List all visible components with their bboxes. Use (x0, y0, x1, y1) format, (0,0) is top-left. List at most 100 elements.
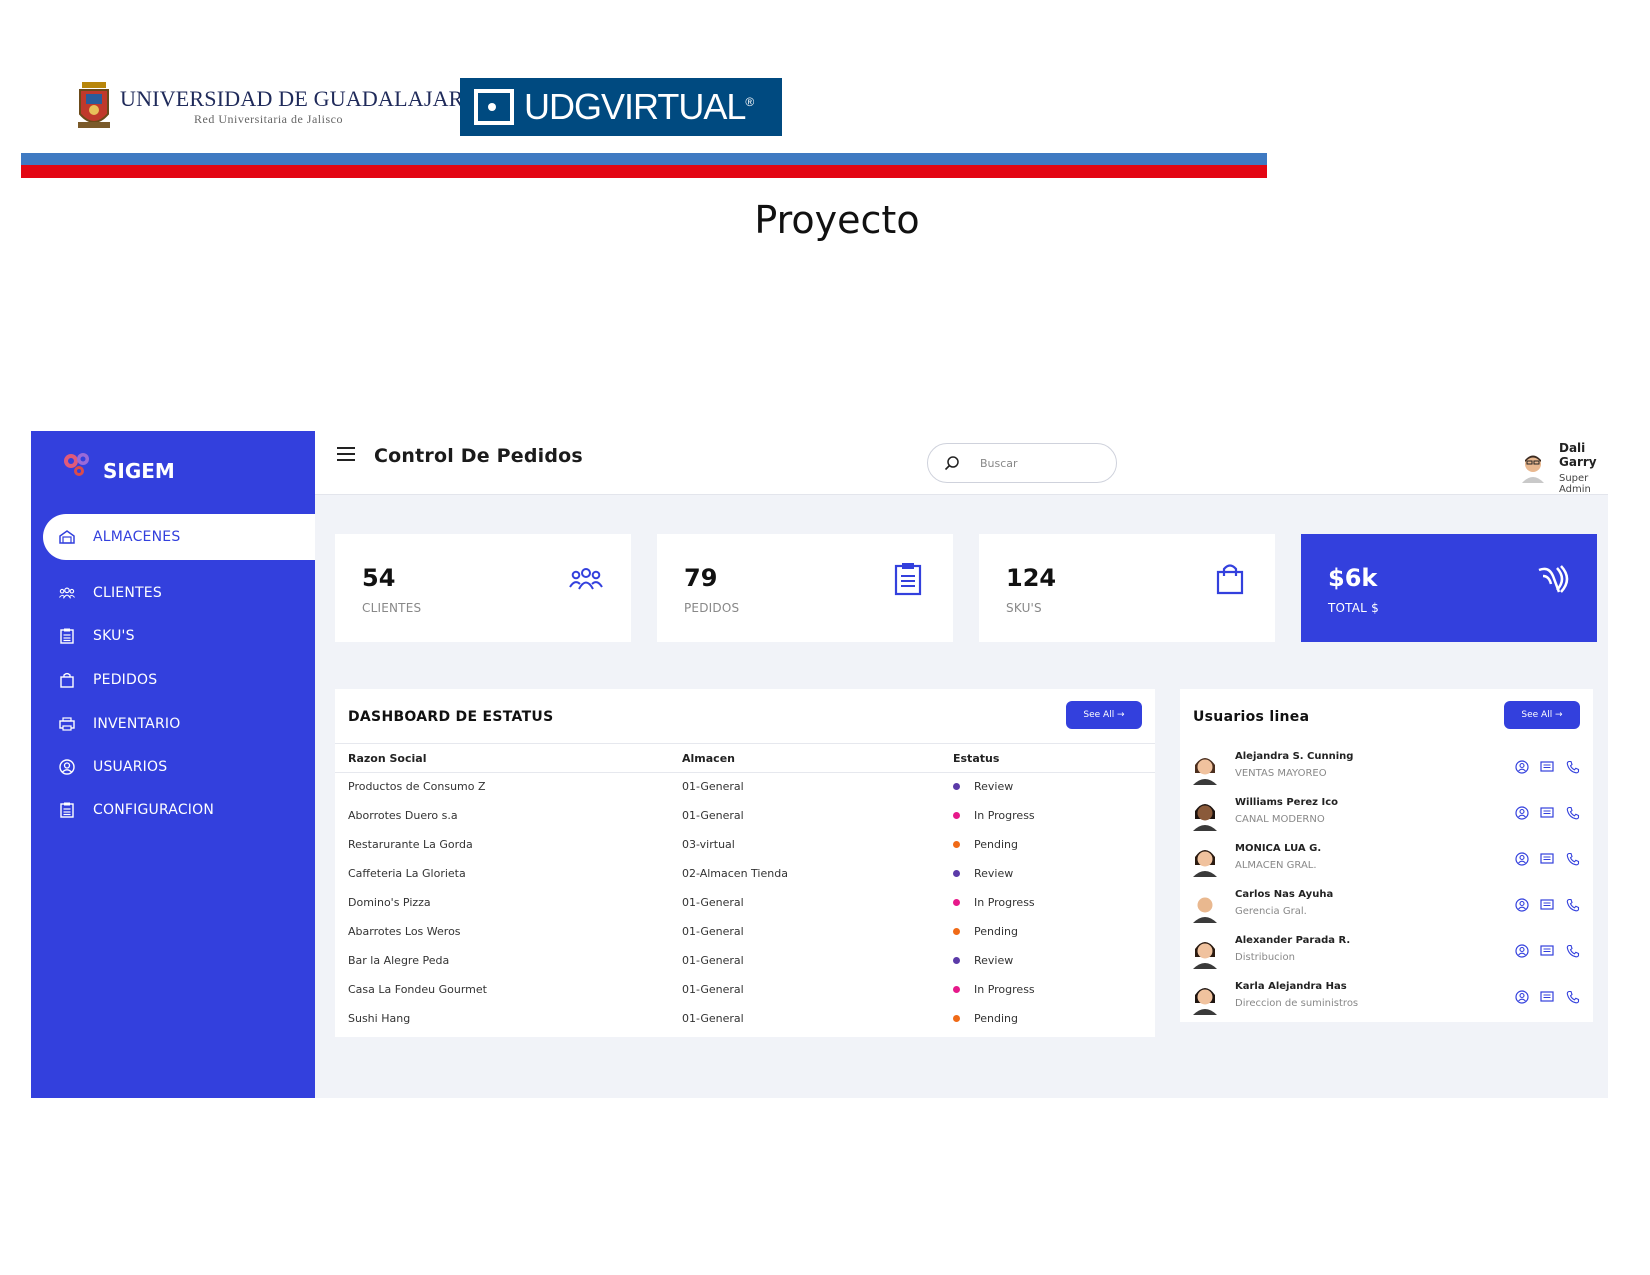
sidebar-item-clientes[interactable]: CLIENTES (43, 570, 315, 616)
status-dot-icon (953, 840, 960, 848)
page-title: Control De Pedidos (374, 445, 583, 467)
status-text: In Progress (974, 896, 1035, 909)
avatar (1190, 937, 1220, 969)
sidebar-item-inventario[interactable]: INVENTARIO (43, 701, 315, 747)
sidebar-item-configuracion[interactable]: CONFIGURACION (43, 787, 315, 833)
clipboard-icon (891, 562, 925, 596)
cell-estatus: In Progress (953, 809, 1035, 822)
phone-icon[interactable] (1566, 851, 1580, 866)
status-dot-icon (953, 869, 960, 877)
document-header: UNIVERSIDAD DE GUADALAJARA Red Universit… (0, 0, 1650, 250)
list-item[interactable]: Carlos Nas Ayuha Gerencia Gral. (1180, 885, 1593, 931)
sidebar-item-label: PEDIDOS (93, 672, 158, 688)
user-role: CANAL MODERNO (1235, 814, 1325, 825)
message-icon[interactable] (1540, 851, 1554, 865)
see-all-button[interactable]: See All → (1504, 701, 1580, 729)
sidebar-item-pedidos[interactable]: PEDIDOS (43, 657, 315, 703)
list-item[interactable]: Alejandra S. Cunning VENTAS MAYOREO (1180, 747, 1593, 793)
column-header-almacen[interactable]: Almacen (682, 752, 735, 765)
user-role: Distribucion (1235, 952, 1295, 963)
profile-icon[interactable] (1515, 805, 1529, 820)
avatar (1519, 453, 1547, 483)
status-dot-icon (953, 956, 960, 964)
table-row[interactable]: Abarrotes Los Weros 01-General Pending (335, 918, 1155, 947)
stat-card-total[interactable]: $6k TOTAL $ (1301, 534, 1597, 642)
cell-razon-social: Abarrotes Los Weros (348, 925, 461, 938)
bag-icon (59, 672, 75, 688)
table-row[interactable]: Caffeteria La Glorieta 02-Almacen Tienda R… (335, 860, 1155, 889)
cell-razon-social: Productos de Consumo Z (348, 780, 486, 793)
profile-icon[interactable] (1515, 759, 1529, 774)
hamburger-menu-icon[interactable] (337, 447, 355, 463)
column-header-razon[interactable]: Razon Social (348, 752, 426, 765)
money-icon (1535, 562, 1569, 596)
message-icon[interactable] (1540, 989, 1554, 1003)
table-header: Razon Social Almacen Estatus (335, 743, 1155, 773)
stat-label: CLIENTES (362, 601, 422, 615)
phone-icon[interactable] (1566, 943, 1580, 958)
profile-icon[interactable] (1515, 897, 1529, 912)
printer-icon (59, 716, 75, 732)
table-row[interactable]: Aborrotes Duero s.a 01-General In Progress (335, 802, 1155, 831)
profile-icon[interactable] (1515, 943, 1529, 958)
table-row[interactable]: Domino's Pizza 01-General In Progress (335, 889, 1155, 918)
cell-estatus: Review (953, 954, 1013, 967)
list-item[interactable]: MONICA LUA G. ALMACEN GRAL. (1180, 839, 1593, 885)
table-row[interactable]: Restarurante La Gorda 03-virtual Pending (335, 831, 1155, 860)
cell-almacen: 02-Almacen Tienda (682, 867, 788, 880)
column-header-estatus[interactable]: Estatus (953, 752, 999, 765)
cell-almacen: 01-General (682, 1012, 744, 1025)
cell-almacen: 01-General (682, 954, 744, 967)
status-text: In Progress (974, 983, 1035, 996)
udgvirtual-logo: UDGVIRTUAL® (460, 78, 782, 136)
cell-razon-social: Aborrotes Duero s.a (348, 809, 458, 822)
sidebar-item-skus[interactable]: SKU'S (43, 613, 315, 659)
search-box[interactable] (927, 443, 1117, 483)
sidebar-item-usuarios[interactable]: USUARIOS (43, 744, 315, 790)
phone-icon[interactable] (1566, 989, 1580, 1004)
sidebar: SIGEM ALMACENES CLIENTES SKU'S PEDIDOS I… (31, 431, 315, 1098)
see-all-button[interactable]: See All → (1066, 701, 1142, 729)
table-row[interactable]: Productos de Consumo Z 01-General Review (335, 773, 1155, 802)
sidebar-item-label: CONFIGURACION (93, 802, 215, 818)
user-name: Williams Perez Ico (1235, 797, 1338, 808)
cell-razon-social: Casa La Fondeu Gourmet (348, 983, 487, 996)
list-item[interactable]: Alexander Parada R. Distribucion (1180, 931, 1593, 977)
list-item[interactable]: Williams Perez Ico CANAL MODERNO (1180, 793, 1593, 839)
clipboard-icon (59, 628, 75, 644)
user-name: MONICA LUA G. (1235, 843, 1322, 854)
message-icon[interactable] (1540, 759, 1554, 773)
status-text: Pending (974, 925, 1018, 938)
stat-value: $6k (1328, 564, 1378, 592)
stat-value: 54 (362, 564, 396, 592)
profile-icon[interactable] (1515, 989, 1529, 1004)
status-dot-icon (953, 782, 960, 790)
clipboard-icon (59, 802, 75, 818)
sidebar-item-almacenes[interactable]: ALMACENES (43, 514, 315, 560)
table-row[interactable]: Bar la Alegre Peda 01-General Review (335, 947, 1155, 976)
cell-razon-social: Domino's Pizza (348, 896, 431, 909)
search-input[interactable] (980, 456, 1090, 470)
udgv-registered-mark: ® (745, 95, 754, 109)
profile-icon[interactable] (1515, 851, 1529, 866)
user-name: Alexander Parada R. (1235, 935, 1351, 946)
cell-almacen: 01-General (682, 925, 744, 938)
cell-estatus: In Progress (953, 896, 1035, 909)
stat-card-pedidos[interactable]: 79 PEDIDOS (657, 534, 953, 642)
message-icon[interactable] (1540, 943, 1554, 957)
stat-label: TOTAL $ (1328, 601, 1379, 615)
phone-icon[interactable] (1566, 759, 1580, 774)
message-icon[interactable] (1540, 805, 1554, 819)
message-icon[interactable] (1540, 897, 1554, 911)
udgv-square-icon (474, 89, 514, 125)
list-item[interactable]: Karla Alejandra Has Direccion de suminist… (1180, 977, 1593, 1023)
stat-card-skus[interactable]: 124 SKU'S (979, 534, 1275, 642)
phone-icon[interactable] (1566, 805, 1580, 820)
stat-card-clientes[interactable]: 54 CLIENTES (335, 534, 631, 642)
stat-label: PEDIDOS (684, 601, 740, 615)
table-row[interactable]: Sushi Hang 01-General Pending (335, 1005, 1155, 1034)
user-profile[interactable]: Dali Garry Super Admin (1519, 441, 1608, 495)
table-row[interactable]: Casa La Fondeu Gourmet 01-General In Progr… (335, 976, 1155, 1005)
cell-estatus: Review (953, 780, 1013, 793)
phone-icon[interactable] (1566, 897, 1580, 912)
